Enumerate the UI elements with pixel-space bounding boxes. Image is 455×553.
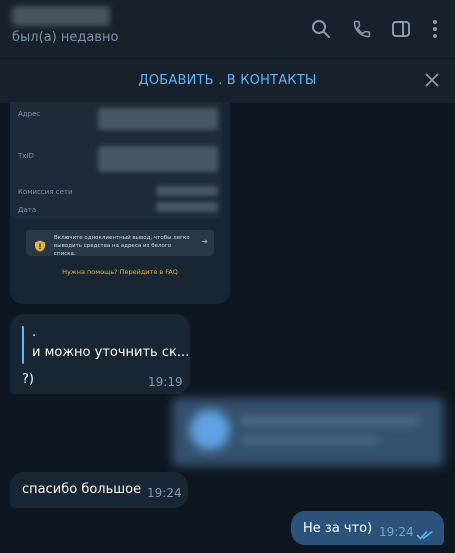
search-icon[interactable]	[306, 14, 336, 44]
receipt-image-message[interactable]: Адрес TxID Комиссия сети Дата Включите о…	[10, 102, 230, 304]
add-to-contacts-button[interactable]: ДОБАВИТЬ . В КОНТАКТЫ	[0, 73, 455, 88]
add-contact-bar: ДОБАВИТЬ . В КОНТАКТЫ	[0, 58, 455, 103]
message-text: Не за что)	[303, 521, 373, 536]
address-label: Адрес	[18, 110, 41, 118]
date-label: Дата	[18, 206, 37, 214]
message-time: 19:24	[147, 486, 182, 500]
address-value-blurred	[98, 108, 218, 130]
receipt-details: Адрес TxID Комиссия сети Дата	[10, 102, 222, 218]
double-check-icon	[416, 526, 434, 545]
shield-icon	[34, 237, 46, 252]
date-value-blurred	[156, 202, 218, 212]
more-icon[interactable]	[420, 14, 450, 44]
incoming-message-reply[interactable]: . и можно уточнить ск... ?) 19:19	[10, 314, 190, 394]
fee-value-blurred	[156, 186, 218, 196]
reply-quote-bar	[22, 326, 24, 364]
sidebar-icon[interactable]	[386, 14, 416, 44]
close-icon[interactable]	[421, 69, 443, 91]
blurred-line	[240, 416, 420, 426]
notice-text: Включите одноклиентный вывод, чтобы легк…	[54, 235, 190, 257]
faq-link: Нужна помощь? Перейдите в FAQ	[62, 268, 178, 276]
message-time: 19:24	[379, 525, 414, 539]
whitelist-notice: Включите одноклиентный вывод, чтобы легк…	[26, 230, 214, 257]
txid-label: TxID	[18, 152, 34, 160]
phone-icon[interactable]	[347, 14, 377, 44]
reply-quote-author: .	[32, 325, 37, 340]
blurred-avatar	[190, 410, 230, 450]
incoming-message[interactable]: спасибо большое 19:24	[10, 472, 188, 508]
txid-value-blurred	[98, 146, 218, 172]
last-seen-status: был(а) недавно	[12, 30, 119, 45]
message-time: 19:19	[148, 375, 183, 389]
arrow-right-icon: ➔	[201, 237, 208, 246]
network-fee-label: Комиссия сети	[18, 188, 73, 196]
outgoing-message[interactable]: Не за что) 19:24	[291, 511, 444, 545]
message-text: спасибо большое	[22, 482, 142, 497]
message-text: ?)	[22, 372, 34, 387]
chat-header: был(а) недавно	[0, 0, 455, 58]
reply-quote-text: и можно уточнить ск...	[32, 345, 190, 360]
contact-name-blurred[interactable]	[12, 6, 110, 26]
blurred-line	[240, 436, 380, 444]
